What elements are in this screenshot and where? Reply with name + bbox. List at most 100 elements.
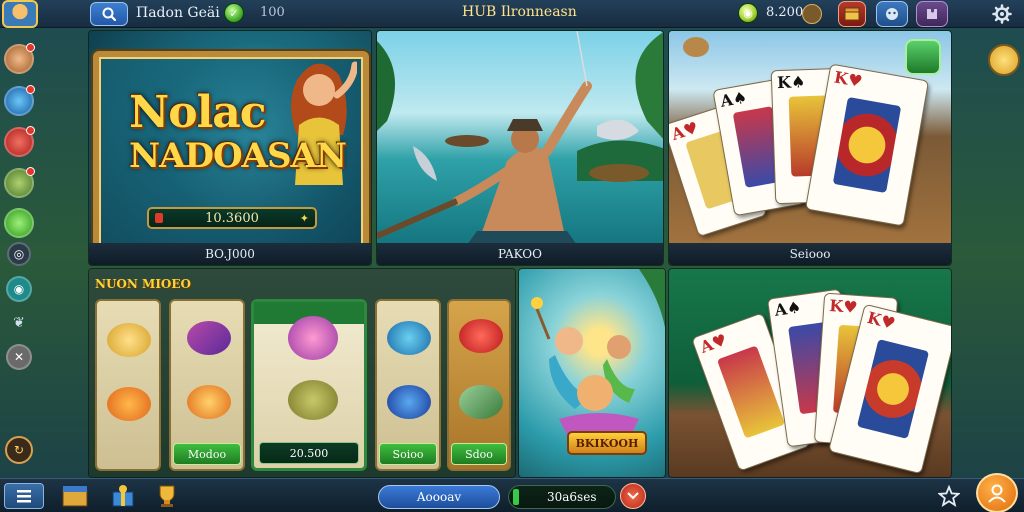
- notification-dot: [26, 85, 35, 94]
- card-index: K♥: [865, 308, 898, 334]
- coin-symbol: [187, 385, 231, 419]
- leaf-icon[interactable]: ❦: [8, 312, 30, 334]
- gem-button[interactable]: ✓: [224, 3, 244, 23]
- menu-icon: [17, 490, 31, 503]
- title-line-2: NADOASAN: [129, 136, 347, 176]
- chat-button[interactable]: [876, 1, 908, 27]
- gem-symbol: [187, 321, 231, 355]
- card-index: A♠: [718, 87, 749, 111]
- close-button[interactable]: [620, 483, 646, 509]
- reel-2: Modoo: [169, 299, 245, 471]
- card-index: K♥: [828, 296, 859, 317]
- primary-action-button[interactable]: Aoooav: [378, 485, 500, 509]
- green-gem-icon[interactable]: [4, 208, 34, 238]
- game-tile-cards-table[interactable]: A♥ A♠ K♥ K♥: [668, 268, 952, 478]
- coin-icon: [683, 37, 709, 57]
- balance-bar-indicator: [513, 489, 519, 505]
- fish-symbol: [387, 321, 431, 355]
- gift-button[interactable]: [108, 483, 138, 509]
- reel-5: Sdoo: [447, 299, 511, 471]
- jackpot-value: 10.3600: [205, 210, 259, 226]
- game-tile-fisherman[interactable]: PAKOO: [376, 30, 664, 266]
- top-bar: Пadon Geäi ✓ 100 HUB Ilronneasn ◉ 8.200: [0, 0, 1024, 28]
- spiral-glyph: ◎: [13, 247, 25, 261]
- profile-icon: [988, 484, 1006, 503]
- balance-value: 30a6ses: [547, 490, 597, 504]
- fish-symbol: [107, 387, 151, 421]
- game-tile-cards[interactable]: A♥ A♠ K♠ K♥ Seiooo: [668, 30, 952, 266]
- reel-4: Soioo: [375, 299, 441, 471]
- bottom-bar: Aoooav 30a6ses: [0, 473, 1024, 512]
- reel-button-featured[interactable]: 20.500: [259, 442, 359, 464]
- coin-balance: 8.200: [766, 5, 804, 20]
- game-tile-slot-banner[interactable]: Nolac NADOASAN 10.3600 ✦ BO.J000: [88, 30, 372, 266]
- notification-dot: [26, 167, 35, 176]
- settings-button[interactable]: [986, 1, 1018, 27]
- frog-mascot-icon[interactable]: [905, 39, 941, 75]
- game-tile-adventure[interactable]: BKIKOOH: [518, 268, 666, 478]
- settings-gear-icon: [992, 4, 1012, 24]
- coin-icon: ◉: [738, 3, 758, 23]
- tile-caption: PAKOO: [377, 243, 663, 265]
- clock-icon[interactable]: ✕: [6, 344, 32, 370]
- ruby-symbol: [459, 319, 503, 353]
- profile-name: Пadon Geäi: [136, 5, 220, 21]
- trophy-icon: [159, 485, 175, 507]
- chest-button[interactable]: [838, 1, 866, 27]
- card-art: [856, 338, 930, 440]
- sidebar-avatar-2[interactable]: [4, 85, 35, 116]
- search-icon: [102, 7, 117, 22]
- card-index: A♥: [697, 329, 730, 357]
- gem-symbol: [387, 385, 431, 419]
- close-icon: [627, 492, 639, 500]
- jackpot-balance-bar: 10.3600 ✦: [147, 207, 317, 229]
- puzzle-button[interactable]: [916, 1, 948, 27]
- slot-game-title: Nolac NADOASAN: [129, 87, 347, 176]
- trophy-icon[interactable]: [802, 4, 822, 24]
- fish-symbol: [107, 323, 151, 357]
- puzzle-icon: [927, 9, 937, 19]
- arrow-icon: ✦: [299, 211, 309, 225]
- reel-1: [95, 299, 161, 471]
- eye-icon[interactable]: ◉: [6, 276, 32, 302]
- reel-button[interactable]: Modoo: [173, 443, 241, 465]
- coin-button[interactable]: ◉: [738, 3, 758, 23]
- sidebar-avatar-1[interactable]: [4, 43, 35, 74]
- card-art: [832, 97, 902, 193]
- tile-caption: Seiooo: [669, 243, 951, 265]
- favorites-button[interactable]: [934, 483, 964, 509]
- sidebar-avatar-4[interactable]: [4, 167, 35, 198]
- tile-header: NUON MIOEO: [95, 277, 191, 291]
- profile-avatar[interactable]: [2, 0, 38, 28]
- gem-icon: ✓: [224, 3, 244, 23]
- share-glyph: ↻: [13, 443, 25, 457]
- reel-button[interactable]: Soioo: [379, 443, 437, 465]
- spiral-icon[interactable]: ◎: [7, 242, 31, 266]
- profile-button[interactable]: [976, 473, 1018, 512]
- shop-icon: [62, 486, 88, 507]
- sidebar-avatar-3[interactable]: [4, 126, 35, 157]
- shop-button[interactable]: [60, 483, 90, 509]
- red-marker: [155, 213, 163, 223]
- game-tile-slot-reels[interactable]: NUON MIOEO Modoo 20.500 Soioo Sdoo: [88, 268, 516, 478]
- eye-glyph: ◉: [13, 282, 25, 296]
- title-line-1: Nolac: [129, 87, 267, 138]
- fish-symbol: [288, 380, 338, 420]
- fisherman-scene-illustration: [377, 31, 663, 245]
- gem-count: 100: [260, 5, 285, 20]
- share-icon[interactable]: ↻: [5, 436, 33, 464]
- menu-button[interactable]: [4, 483, 44, 509]
- chat-icon: [886, 8, 898, 20]
- mascot-icon[interactable]: [988, 44, 1020, 76]
- tile-caption: BO.J000: [89, 243, 371, 265]
- card-index: A♠: [773, 297, 803, 320]
- page-title: HUB Ilronneasn: [462, 4, 577, 20]
- card-index: K♠: [776, 72, 806, 93]
- pufferfish-symbol: [288, 316, 338, 360]
- clock-glyph: ✕: [13, 350, 25, 364]
- reel-button[interactable]: Sdoo: [451, 443, 507, 465]
- search-button[interactable]: [90, 2, 128, 26]
- trophy-button[interactable]: [152, 483, 182, 509]
- leaf-glyph: ❦: [13, 315, 25, 331]
- gift-icon: [112, 485, 134, 507]
